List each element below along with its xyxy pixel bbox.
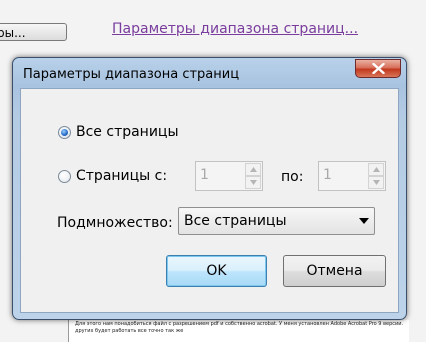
- to-label: по:: [281, 169, 304, 185]
- background-document-area: Для этого нам понадобиться файл с разреш…: [0, 320, 426, 342]
- radio-page-range[interactable]: [58, 169, 71, 183]
- dialog-titlebar[interactable]: Параметры диапазона страниц: [13, 58, 406, 88]
- background-button[interactable]: ры...: [0, 23, 67, 41]
- chevron-up-icon: [373, 167, 380, 172]
- from-page-down-button[interactable]: [245, 176, 261, 189]
- close-icon: [372, 63, 385, 74]
- document-page: Для этого нам понадобиться файл с разреш…: [68, 320, 409, 342]
- chevron-down-icon: [250, 180, 257, 185]
- close-button[interactable]: [355, 59, 401, 78]
- document-text-line-1: Для этого нам понадобиться файл с разреш…: [75, 321, 405, 327]
- radio-page-range-option[interactable]: Страницы с:: [58, 168, 167, 184]
- page-range-dialog: Параметры диапазона страниц Все страницы…: [12, 57, 407, 320]
- document-text-line-2: других будет работать все точно так же: [75, 328, 184, 334]
- subset-label: Подмножество:: [57, 215, 173, 231]
- radio-all-pages-label: Все страницы: [76, 124, 179, 140]
- chevron-down-icon: [373, 180, 380, 185]
- dialog-content: Все страницы Страницы с: 1 по: 1 Подмнож…: [20, 88, 399, 313]
- chevron-up-icon: [250, 167, 257, 172]
- to-page-spinner[interactable]: 1: [318, 161, 386, 191]
- to-page-down-button[interactable]: [368, 176, 384, 189]
- dropdown-arrow-icon: [359, 218, 369, 224]
- document-text: Для этого нам понадобиться файл с разреш…: [75, 321, 405, 335]
- ok-button[interactable]: OK: [166, 255, 267, 287]
- dialog-title: Параметры диапазона страниц: [23, 67, 240, 82]
- from-page-value: 1: [200, 167, 209, 183]
- subset-dropdown-value: Все страницы: [184, 213, 287, 229]
- page-range-link[interactable]: Параметры диапазона страниц...: [112, 21, 358, 37]
- radio-page-range-label: Страницы с:: [76, 168, 168, 184]
- to-page-up-button[interactable]: [368, 163, 384, 176]
- subset-dropdown[interactable]: Все страницы: [178, 207, 375, 235]
- radio-all-pages[interactable]: [58, 125, 71, 139]
- radio-all-pages-option[interactable]: Все страницы: [58, 124, 179, 140]
- from-page-up-button[interactable]: [245, 163, 261, 176]
- cancel-button[interactable]: Отмена: [283, 255, 386, 287]
- from-page-spinner[interactable]: 1: [195, 161, 263, 191]
- to-page-value: 1: [323, 167, 332, 183]
